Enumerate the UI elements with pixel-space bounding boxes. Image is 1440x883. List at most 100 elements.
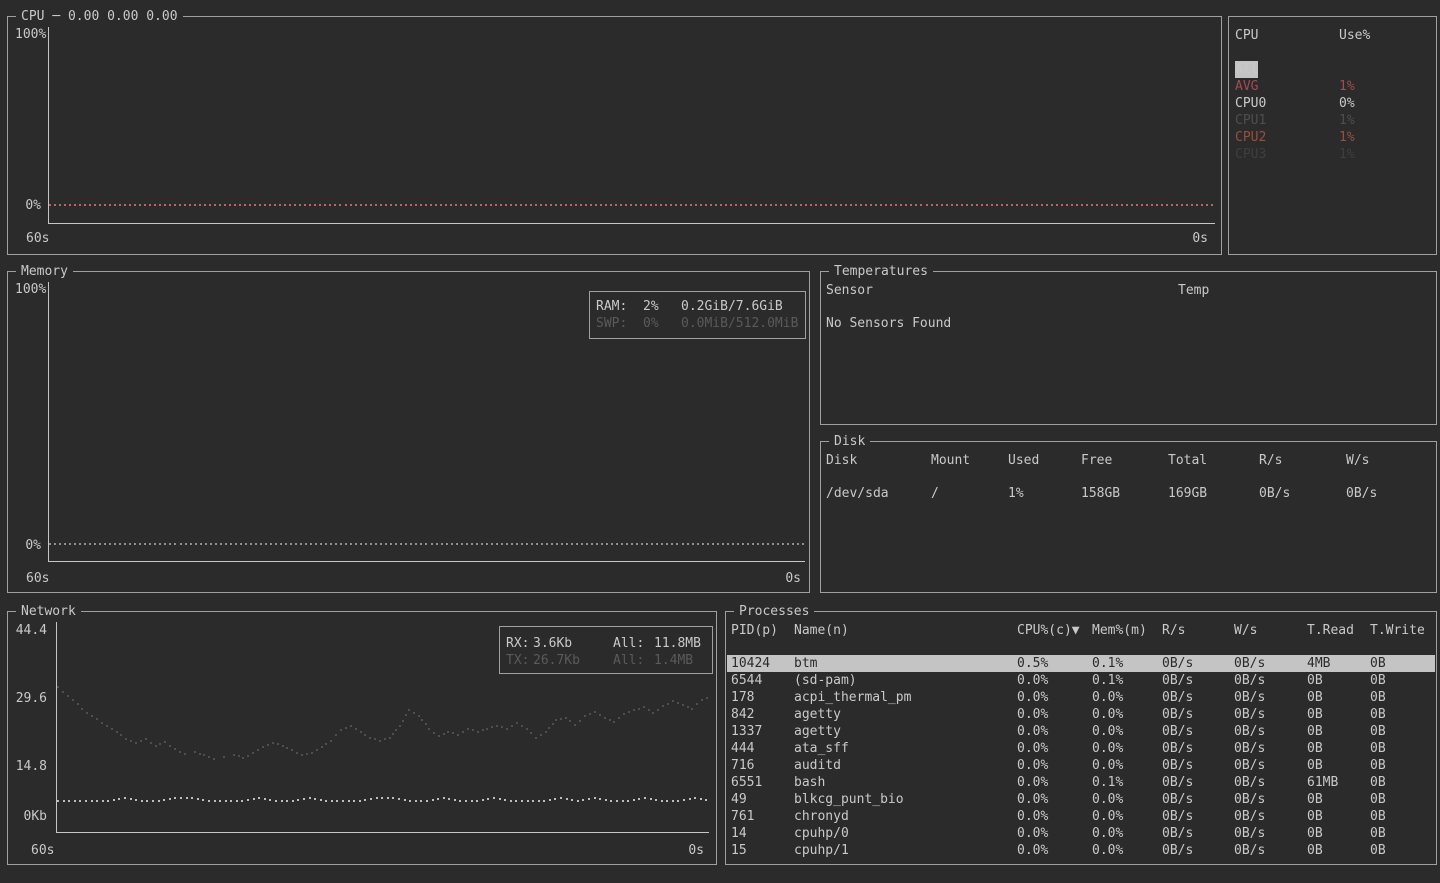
process-cell: (sd-pam) [794, 672, 1017, 689]
disk-header-rs: R/s [1259, 452, 1346, 469]
process-row[interactable]: 15cpuhp/10.0%0.0%0B/s0B/s0B0B [727, 842, 1435, 859]
cpu-graph-panel[interactable]: CPU ─ 0.00 0.00 0.00 100% 0% 60s 0s [7, 16, 1222, 255]
process-row[interactable]: 444ata_sff0.0%0.0%0B/s0B/s0B0B [727, 740, 1435, 757]
cpu-legend-row[interactable]: AVG1% [1230, 78, 1435, 95]
processes-header-ws[interactable]: W/s [1234, 622, 1307, 639]
process-cell: 10424 [731, 655, 794, 672]
cpu-x-axis [48, 223, 1215, 224]
cpu-legend-row[interactable]: CPU00% [1230, 95, 1435, 112]
cpu-entry-name: CPU2 [1235, 129, 1339, 146]
process-cell: 0B [1370, 757, 1431, 774]
cpu-legend-row[interactable]: All [1230, 61, 1435, 78]
cpu-entry-name: CPU0 [1235, 95, 1339, 112]
process-cell: 0.0% [1017, 740, 1092, 757]
process-cell: 0B [1370, 672, 1431, 689]
rx-all-total: 11.8MB [654, 635, 706, 652]
network-y-label-2: 29.6 [12, 690, 47, 707]
disk-panel[interactable]: Disk Disk Mount Used Free Total R/s W/s … [820, 441, 1437, 593]
process-cell: 0.0% [1092, 723, 1162, 740]
process-cell: 0B [1370, 689, 1431, 706]
process-row[interactable]: 178acpi_thermal_pm0.0%0.0%0B/s0B/s0B0B [727, 689, 1435, 706]
cpu-legend-header: CPU Use% [1230, 27, 1435, 44]
swap-usage: 0.0MiB/512.0MiB [681, 315, 799, 332]
process-row[interactable]: 14cpuhp/00.0%0.0%0B/s0B/s0B0B [727, 825, 1435, 842]
cpu-title-separator: ─ [52, 9, 60, 24]
process-cell: cpuhp/0 [794, 825, 1017, 842]
cpu-legend-row[interactable]: CPU11% [1230, 112, 1435, 129]
ram-percent: 2% [643, 298, 681, 315]
cpu-x-left-label: 60s [26, 230, 49, 247]
process-cell: 6551 [731, 774, 794, 791]
network-rx-row: RX: 3.6Kb All: 11.8MB [500, 635, 712, 652]
process-cell: 0B/s [1234, 842, 1307, 859]
process-row[interactable]: 10424btm0.5%0.1%0B/s0B/s4MB0B [727, 655, 1435, 672]
process-cell: 0.0% [1017, 774, 1092, 791]
processes-panel[interactable]: Processes PID(p) Name(n) CPU%(c)▼ Mem%(m… [725, 611, 1437, 865]
process-cell: 0B/s [1162, 757, 1234, 774]
process-row[interactable]: 761chronyd0.0%0.0%0B/s0B/s0B0B [727, 808, 1435, 825]
disk-rows: /dev/sda/1%158GB169GB0B/s0B/s [822, 485, 1435, 502]
process-cell: 0B/s [1234, 757, 1307, 774]
disk-header-disk: Disk [826, 452, 931, 469]
process-cell: blkcg_punt_bio [794, 791, 1017, 808]
tx-all-label: All: [613, 652, 654, 669]
process-cell: 0.5% [1017, 655, 1092, 672]
process-cell: 0B/s [1162, 723, 1234, 740]
cpu-entry-use-percent: 0% [1339, 95, 1430, 112]
process-row[interactable]: 6551bash0.0%0.1%0B/s0B/s61MB0B [727, 774, 1435, 791]
cpu-entry-use-percent: 1% [1339, 78, 1430, 95]
processes-header-twrite[interactable]: T.Write [1370, 622, 1431, 639]
processes-header-mem[interactable]: Mem%(m) [1092, 622, 1162, 639]
process-cell: 0B [1307, 791, 1370, 808]
process-cell: 0B/s [1162, 842, 1234, 859]
process-cell: 0B [1370, 825, 1431, 842]
process-cell: ata_sff [794, 740, 1017, 757]
process-cell: 761 [731, 808, 794, 825]
process-row[interactable]: 49blkcg_punt_bio0.0%0.0%0B/s0B/s0B0B [727, 791, 1435, 808]
process-row[interactable]: 716auditd0.0%0.0%0B/s0B/s0B0B [727, 757, 1435, 774]
temperatures-panel[interactable]: Temperatures Sensor Temp No Sensors Foun… [820, 271, 1437, 425]
process-cell: 0B [1307, 723, 1370, 740]
network-x-left-label: 60s [31, 842, 54, 859]
process-cell: 0B/s [1162, 774, 1234, 791]
network-panel[interactable]: Network 44.4 29.6 14.8 0Kb 60s 0s RX: 3.… [7, 611, 717, 865]
disk-cell: /dev/sda [826, 485, 931, 502]
process-row[interactable]: 1337agetty0.0%0.0%0B/s0B/s0B0B [727, 723, 1435, 740]
disk-cell: 0B/s [1346, 485, 1431, 502]
processes-header-tread[interactable]: T.Read [1307, 622, 1370, 639]
memory-panel[interactable]: Memory 100% 0% 60s 0s RAM: 2% 0.2GiB/7.6… [7, 271, 810, 593]
processes-header-cpu-sort[interactable]: CPU%(c)▼ [1017, 622, 1092, 639]
cpu-legend-row[interactable]: CPU31% [1230, 146, 1435, 163]
process-cell: 0.0% [1092, 689, 1162, 706]
disk-cell: 0B/s [1259, 485, 1346, 502]
process-cell: 0B/s [1234, 808, 1307, 825]
cpu-legend-row[interactable]: CPU21% [1230, 129, 1435, 146]
cpu-entry-name: CPU3 [1235, 146, 1339, 163]
cpu-load-average: 0.00 0.00 0.00 [68, 9, 178, 24]
process-cell: agetty [794, 723, 1017, 740]
memory-y-min-label: 0% [15, 537, 41, 554]
disk-row: /dev/sda/1%158GB169GB0B/s0B/s [822, 485, 1435, 502]
process-cell: 0.0% [1017, 791, 1092, 808]
process-cell: 0B [1307, 757, 1370, 774]
process-cell: 0B [1307, 825, 1370, 842]
memory-panel-title: Memory [16, 263, 73, 280]
process-cell: 0B [1307, 706, 1370, 723]
process-cell: 0B/s [1162, 808, 1234, 825]
cpu-y-max-label: 100% [15, 26, 46, 43]
processes-header-name[interactable]: Name(n) [794, 622, 1017, 639]
process-row[interactable]: 842agetty0.0%0.0%0B/s0B/s0B0B [727, 706, 1435, 723]
network-tx-row: TX: 26.7Kb All: 1.4MB [500, 652, 712, 669]
disk-header: Disk Mount Used Free Total R/s W/s [822, 452, 1435, 469]
process-cell: 49 [731, 791, 794, 808]
cpu-entry-use-percent [1339, 61, 1430, 78]
cpu-legend-panel[interactable]: CPU Use% AllAVG1%CPU00%CPU11%CPU21%CPU31… [1228, 16, 1437, 255]
processes-header-rs[interactable]: R/s [1162, 622, 1234, 639]
temperatures-panel-title: Temperatures [829, 263, 933, 280]
disk-cell: 158GB [1081, 485, 1168, 502]
process-cell: 0B/s [1234, 723, 1307, 740]
processes-panel-title: Processes [734, 603, 814, 620]
processes-header-pid[interactable]: PID(p) [731, 622, 794, 639]
rx-all-label: All: [613, 635, 654, 652]
process-row[interactable]: 6544(sd-pam)0.0%0.1%0B/s0B/s0B0B [727, 672, 1435, 689]
